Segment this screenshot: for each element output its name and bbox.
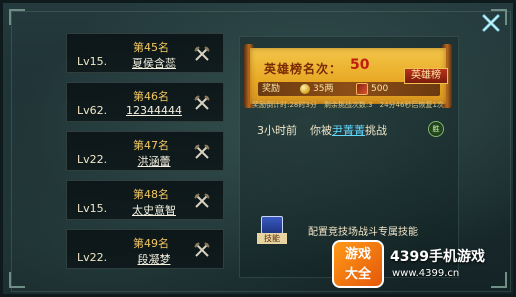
token-reward-value: 500 <box>371 84 389 94</box>
challenge-swords-icon[interactable] <box>193 241 211 259</box>
player-level: Lv15. <box>77 202 108 215</box>
corner-ornament <box>9 9 25 25</box>
coin-reward-value: 35两 <box>313 84 334 94</box>
log-message: 你被尹菁菁挑战 <box>310 122 387 138</box>
close-icon <box>482 14 500 32</box>
hero-rank-label: 英雄榜名次： <box>264 62 343 76</box>
rank-title: 第48名 <box>133 188 169 201</box>
player-level: Lv15. <box>77 55 108 68</box>
player-name[interactable]: 12344444 <box>119 104 189 117</box>
rank-title: 第46名 <box>133 90 169 103</box>
log-suffix: 挑战 <box>365 124 387 137</box>
token-icon <box>356 83 368 95</box>
player-name[interactable]: 段凝梦 <box>119 251 189 267</box>
player-level: Lv62. <box>77 104 108 117</box>
hero-rank-value: 50 <box>350 57 370 73</box>
logo-line2: 大全 <box>344 267 371 282</box>
coin-icon <box>300 84 310 94</box>
rank-title: 第47名 <box>133 139 169 152</box>
skill-config-text: 配置竞技场战斗专属技能 <box>308 227 418 238</box>
ranking-row[interactable]: 第48名 Lv15. 太史意智 <box>66 180 224 220</box>
challenge-swords-icon[interactable] <box>193 143 211 161</box>
reward-strip: 奖励 35两 500 英雄榜 <box>258 68 448 96</box>
reward-label: 奖励 <box>262 84 281 94</box>
ranking-list: 第45名 Lv15. 夏侯含蕊 第46名 Lv62. 12344444 第47名… <box>66 33 224 278</box>
logo-line1: 游戏 <box>344 247 371 262</box>
player-level: Lv22. <box>77 153 108 166</box>
challenger-name-link[interactable]: 尹菁菁 <box>332 124 365 137</box>
hero-list-button[interactable]: 英雄榜 <box>404 68 448 84</box>
hero-rank-scroll: 英雄榜名次： 50 奖励 35两 500 英雄榜 奖励倒计时:28时3分 剩余挑… <box>244 44 452 109</box>
countdown-info: 奖励倒计时:28时3分 剩余挑战次数:3 24分46秒后恢复1次 <box>252 101 444 109</box>
ranking-row[interactable]: 第49名 Lv22. 段凝梦 <box>66 229 224 269</box>
close-button[interactable] <box>480 12 502 34</box>
victory-badge: 胜 <box>428 121 444 137</box>
rank-title: 第45名 <box>133 41 169 54</box>
ranking-row[interactable]: 第47名 Lv22. 洪涵蕾 <box>66 131 224 171</box>
ranking-row[interactable]: 第45名 Lv15. 夏侯含蕊 <box>66 33 224 73</box>
ranking-row[interactable]: 第46名 Lv62. 12344444 <box>66 82 224 122</box>
scroll-paper: 英雄榜名次： 50 奖励 35两 500 英雄榜 <box>250 48 448 104</box>
challenge-swords-icon[interactable] <box>193 94 211 112</box>
corner-ornament <box>9 272 25 288</box>
player-name[interactable]: 夏侯含蕊 <box>119 55 189 71</box>
player-level: Lv22. <box>77 251 108 264</box>
watermark-banner: 游戏 大全 4399手机游戏 www.4399.cn <box>332 240 504 290</box>
log-time: 3小时前 <box>257 124 297 137</box>
watermark-title: 4399手机游戏 <box>390 249 485 265</box>
skill-config-button[interactable]: 技能 <box>257 216 287 244</box>
log-prefix: 你被 <box>310 124 332 137</box>
player-name[interactable]: 洪涵蕾 <box>119 153 189 169</box>
skill-book-icon <box>261 216 283 234</box>
challenge-swords-icon[interactable] <box>193 192 211 210</box>
skill-book-label: 技能 <box>257 233 287 244</box>
watermark-url: www.4399.cn <box>392 268 460 279</box>
challenge-swords-icon[interactable] <box>193 45 211 63</box>
player-name[interactable]: 太史意智 <box>119 202 189 218</box>
watermark-logo: 游戏 大全 <box>332 240 384 288</box>
rank-title: 第49名 <box>133 237 169 250</box>
